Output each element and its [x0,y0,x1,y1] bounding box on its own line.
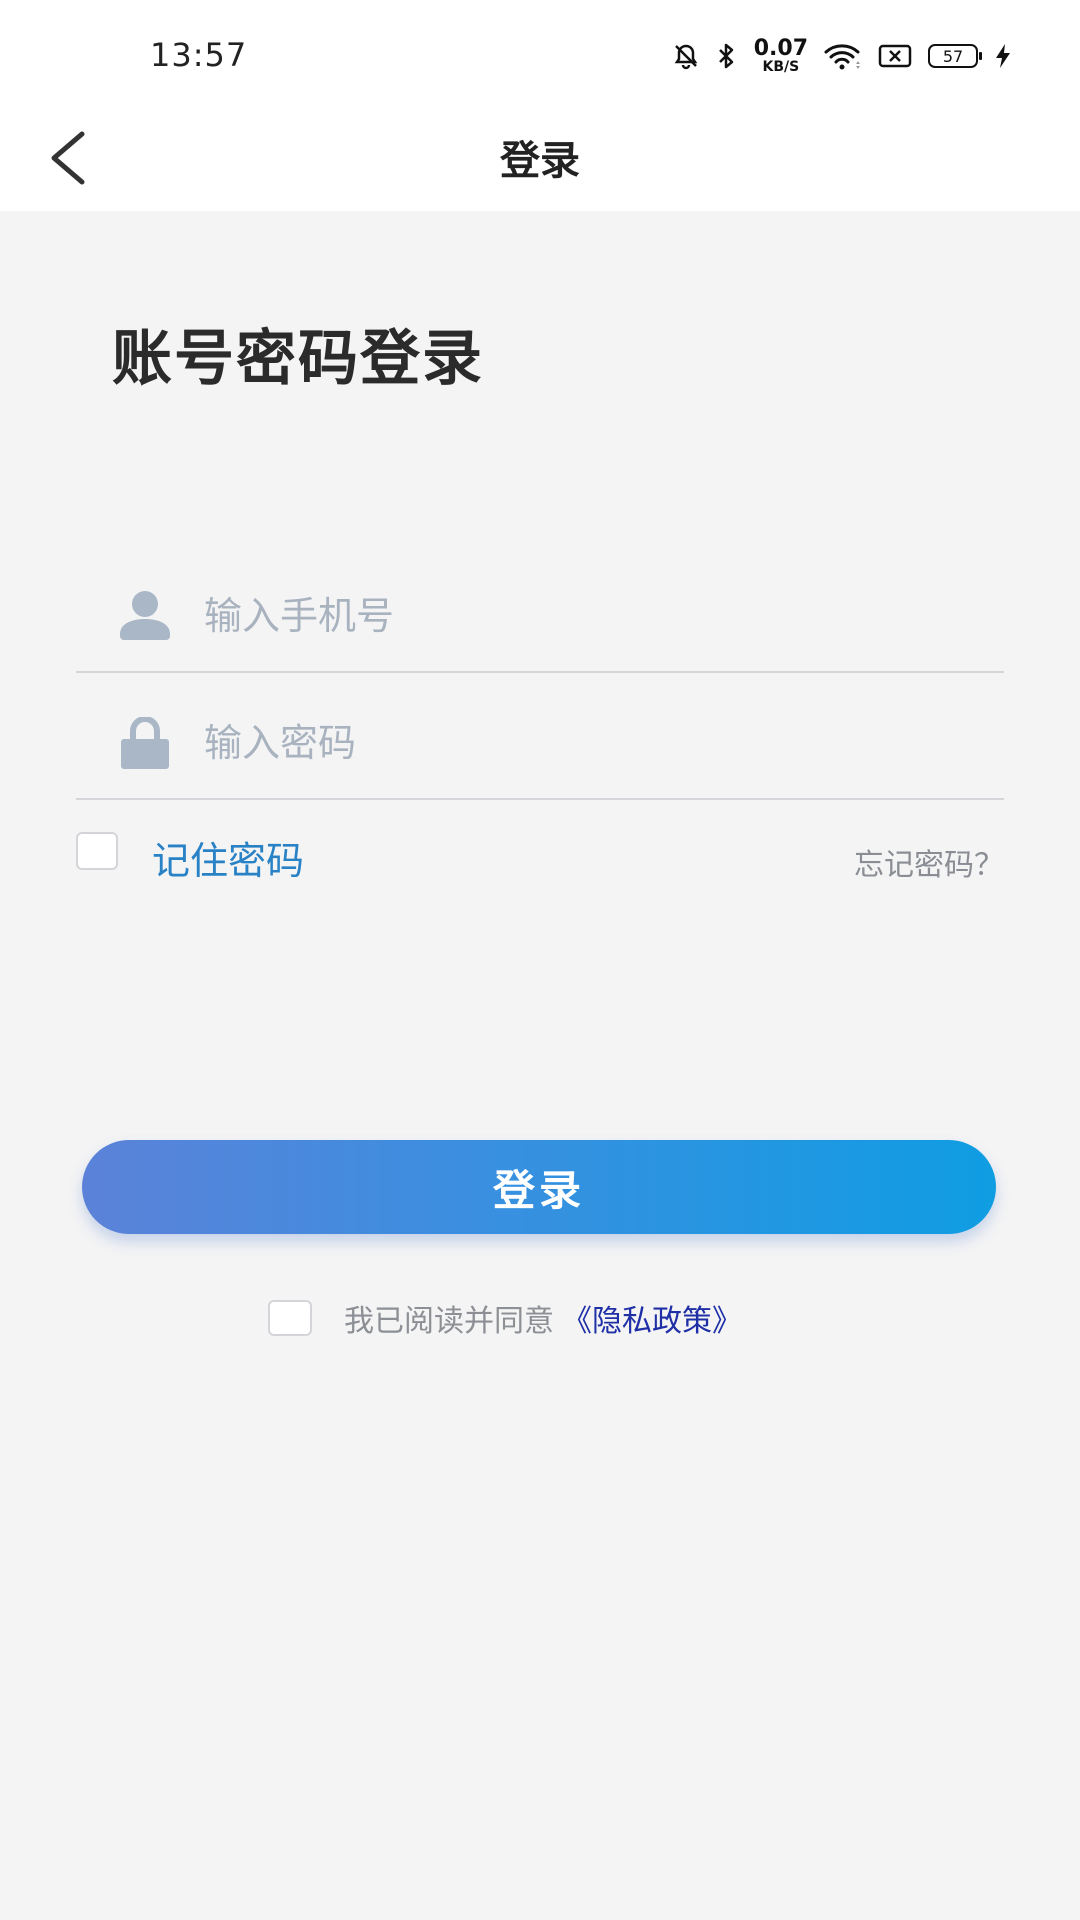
remember-password-checkbox[interactable] [76,832,118,870]
nav-bar: 登录 [0,110,1080,211]
net-speed: 0.07 KB/S [753,36,808,75]
bell-off-icon [672,42,700,70]
remember-row: 记住密码 忘记密码？ [76,826,1004,886]
agreement-text: 我已阅读并同意 [344,1304,554,1339]
net-speed-unit: KB/S [762,59,800,75]
agreement-row: 我已阅读并同意 《隐私政策》 [268,1296,742,1340]
status-bar: 13:57 0.07 KB/S 57 [0,0,1080,110]
page-title: 登录 [500,138,580,184]
phone-field-row [76,553,1004,673]
battery-icon: 57 [928,44,982,68]
remember-password-label[interactable]: 记住密码 [152,830,304,885]
login-button[interactable]: 登录 [82,1140,996,1234]
lock-icon [118,716,172,770]
password-input[interactable] [202,710,966,776]
privacy-policy-link[interactable]: 《隐私政策》 [562,1296,742,1340]
bluetooth-icon [716,42,738,70]
user-icon [118,589,172,643]
phone-input[interactable] [202,583,966,649]
status-time: 13:57 [150,36,248,74]
charging-icon [994,42,1012,70]
sim-off-icon [878,43,912,69]
agreement-checkbox[interactable] [268,1300,312,1336]
status-icons: 0.07 KB/S 57 [672,38,1012,74]
login-heading: 账号密码登录 [112,324,484,394]
forgot-password-link[interactable]: 忘记密码？ [854,840,1004,884]
wifi-icon [824,42,862,70]
net-speed-value: 0.07 [753,36,808,61]
password-field-row [76,680,1004,800]
